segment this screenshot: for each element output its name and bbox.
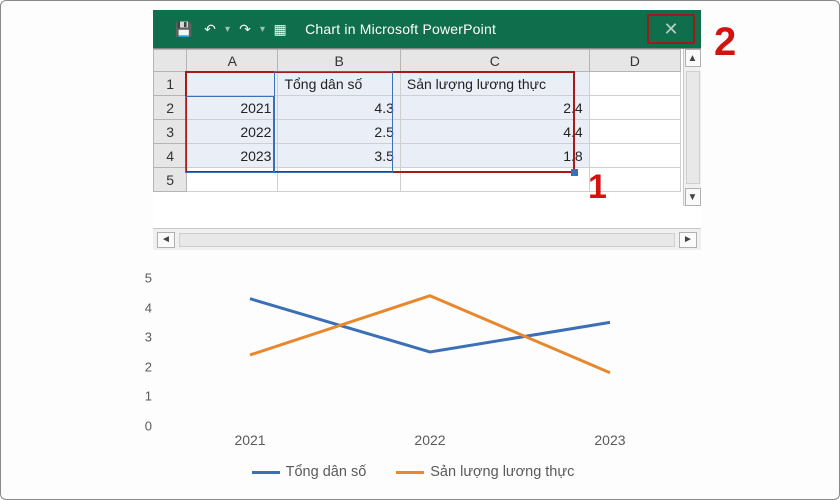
table-row: 2 2021 4.3 2.4: [154, 96, 681, 120]
col-header-b[interactable]: B: [278, 50, 400, 72]
cell-c1[interactable]: Sản lượng lương thực: [400, 72, 589, 96]
legend-swatch-a: [252, 471, 280, 474]
cell-b3[interactable]: 2.5: [278, 120, 400, 144]
cell-a3[interactable]: 2022: [187, 120, 278, 144]
col-header-a[interactable]: A: [187, 50, 278, 72]
col-header-d[interactable]: D: [589, 50, 680, 72]
cell-a1[interactable]: [187, 72, 278, 96]
cell-b5[interactable]: [278, 168, 400, 192]
cell-d1[interactable]: [589, 72, 680, 96]
cell-c4[interactable]: 1.8: [400, 144, 589, 168]
row-header-4[interactable]: 4: [154, 144, 187, 168]
cell-a5[interactable]: [187, 168, 278, 192]
row-header-1[interactable]: 1: [154, 72, 187, 96]
undo-icon[interactable]: ↶: [197, 16, 223, 42]
redo-icon[interactable]: ↷: [232, 16, 258, 42]
row-header-3[interactable]: 3: [154, 120, 187, 144]
cell-c5[interactable]: [400, 168, 589, 192]
xtick-1: 2022: [414, 426, 445, 448]
close-icon: ✕: [663, 20, 678, 38]
legend-label-b: Sản lượng lương thực: [430, 464, 574, 480]
xtick-2: 2023: [594, 426, 625, 448]
undo-dropdown-icon[interactable]: ▾: [223, 24, 232, 35]
horizontal-scrollbar[interactable]: ◄ ►: [153, 228, 701, 250]
window-title: Chart in Microsoft PowerPoint: [305, 21, 496, 37]
ytick-5: 5: [145, 271, 160, 286]
plot-area: 0 1 2 3 4 5 2021 2022 2023: [160, 278, 700, 426]
cell-c2[interactable]: 2.4: [400, 96, 589, 120]
cell-d3[interactable]: [589, 120, 680, 144]
range-handle[interactable]: [571, 169, 578, 176]
chart-legend: Tổng dân số Sản lượng lương thực: [118, 464, 708, 480]
scroll-up-icon[interactable]: ▲: [685, 49, 701, 67]
scroll-down-icon[interactable]: ▼: [685, 188, 701, 206]
cell-b2[interactable]: 4.3: [278, 96, 400, 120]
cell-a2[interactable]: 2021: [187, 96, 278, 120]
vscroll-track[interactable]: [686, 71, 700, 184]
table-row: 4 2023 3.5 1.8: [154, 144, 681, 168]
ytick-0: 0: [145, 419, 160, 434]
cell-b1[interactable]: Tổng dân số: [278, 72, 400, 96]
save-icon[interactable]: 💾: [171, 16, 197, 42]
chart-data-editor-window: 💾 ↶ ▾ ↷ ▾ ▦ Chart in Microsoft PowerPoin…: [153, 10, 701, 250]
row-header-5[interactable]: 5: [154, 168, 187, 192]
vertical-scrollbar[interactable]: ▲ ▼: [683, 49, 701, 206]
table-row: 3 2022 2.5 4.4: [154, 120, 681, 144]
row-header-2[interactable]: 2: [154, 96, 187, 120]
redo-dropdown-icon[interactable]: ▾: [258, 24, 267, 35]
edit-data-icon[interactable]: ▦: [267, 16, 293, 42]
cell-d2[interactable]: [589, 96, 680, 120]
legend-label-a: Tổng dân số: [286, 464, 367, 480]
cell-a4[interactable]: 2023: [187, 144, 278, 168]
cell-c3[interactable]: 4.4: [400, 120, 589, 144]
xtick-0: 2021: [234, 426, 265, 448]
line-chart: 0 1 2 3 4 5 2021 2022 2023 Tổng dân số S…: [118, 278, 708, 480]
ytick-4: 4: [145, 300, 160, 315]
legend-swatch-b: [396, 471, 424, 474]
annotation-2: 2: [714, 20, 736, 65]
ytick-2: 2: [145, 359, 160, 374]
table-row: 1 Tổng dân số Sản lượng lương thực: [154, 72, 681, 96]
ytick-3: 3: [145, 330, 160, 345]
close-button[interactable]: ✕: [647, 14, 695, 44]
series-b-line: [250, 296, 610, 373]
annotation-1: 1: [588, 168, 607, 207]
legend-item-a: Tổng dân số: [252, 464, 367, 480]
legend-item-b: Sản lượng lương thực: [396, 464, 574, 480]
ytick-1: 1: [145, 389, 160, 404]
cell-b4[interactable]: 3.5: [278, 144, 400, 168]
cell-d4[interactable]: [589, 144, 680, 168]
scroll-right-icon[interactable]: ►: [679, 232, 697, 248]
corner-cell[interactable]: [154, 50, 187, 72]
hscroll-track[interactable]: [179, 233, 675, 247]
col-header-c[interactable]: C: [400, 50, 589, 72]
spreadsheet-area: A B C D 1 Tổng dân số Sản lượng lương th…: [153, 48, 701, 228]
scroll-left-icon[interactable]: ◄: [157, 232, 175, 248]
titlebar: 💾 ↶ ▾ ↷ ▾ ▦ Chart in Microsoft PowerPoin…: [153, 10, 701, 48]
chart-svg: [160, 278, 700, 426]
series-a-line: [250, 299, 610, 352]
